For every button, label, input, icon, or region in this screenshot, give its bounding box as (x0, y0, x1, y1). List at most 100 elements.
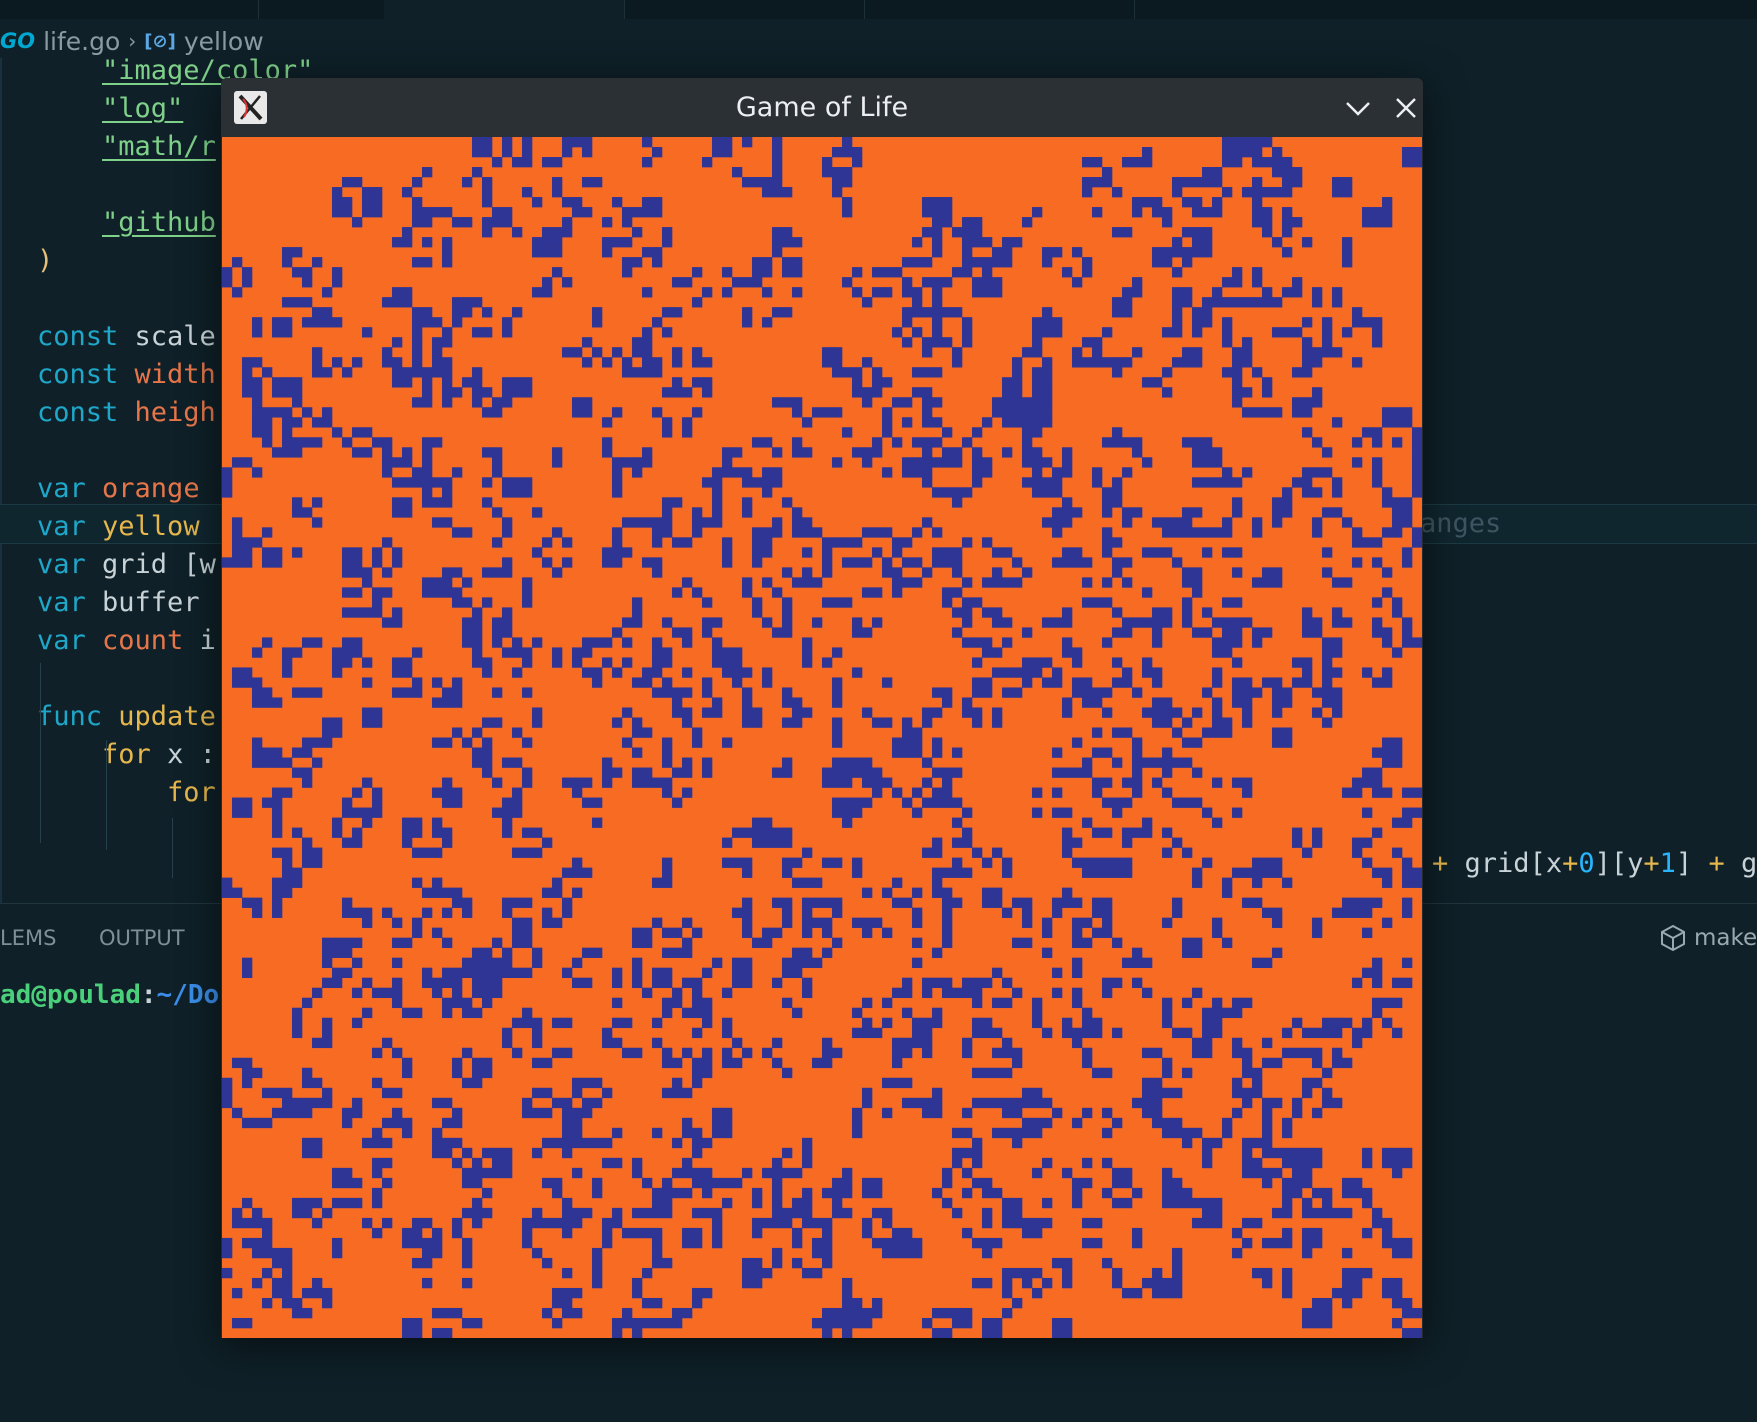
game-canvas[interactable] (222, 137, 1422, 1338)
live-cell (242, 1217, 253, 1229)
task-indicator[interactable]: make (1660, 924, 1757, 952)
live-cell (362, 427, 373, 438)
live-cell (932, 877, 943, 888)
tab-output[interactable]: OUTPUT (99, 926, 185, 950)
live-cell (522, 827, 533, 838)
live-cell (1272, 857, 1283, 868)
live-cell (652, 517, 663, 528)
live-cell (792, 237, 803, 248)
live-cell (1362, 767, 1373, 778)
live-cell (472, 1057, 483, 1069)
live-cell (1162, 617, 1173, 628)
live-cell (442, 377, 453, 388)
live-cell (1032, 1267, 1043, 1279)
live-cell (652, 667, 663, 678)
live-cell (332, 947, 343, 958)
live-cell (252, 1207, 263, 1219)
live-cell (932, 247, 943, 258)
live-cell (1072, 657, 1083, 668)
live-cell (512, 927, 523, 938)
live-cell (472, 1197, 483, 1209)
close-button[interactable] (1390, 92, 1422, 124)
live-cell (1312, 827, 1323, 838)
live-cell (1292, 1017, 1303, 1029)
live-cell (532, 827, 543, 838)
live-cell (992, 567, 1003, 578)
live-cell (692, 1137, 703, 1149)
live-cell (622, 1317, 633, 1329)
live-cell (732, 957, 743, 968)
editor-tab[interactable] (624, 0, 865, 19)
live-cell (462, 1247, 473, 1259)
live-cell (1322, 567, 1333, 578)
live-cell (732, 1037, 743, 1049)
game-of-life-window[interactable]: Game of Life (221, 78, 1423, 1338)
live-cell (1102, 1157, 1113, 1169)
live-cell (1412, 527, 1422, 538)
live-cell (772, 137, 783, 148)
live-cell (752, 537, 763, 548)
live-cell (1042, 1197, 1053, 1209)
live-cell (1382, 1217, 1393, 1229)
live-cell (932, 1307, 943, 1319)
live-cell (962, 337, 973, 348)
live-cell (1122, 227, 1133, 238)
live-cell (712, 1227, 723, 1239)
live-cell (452, 997, 463, 1009)
live-cell (742, 1267, 753, 1279)
live-cell (502, 807, 513, 818)
live-cell (1042, 397, 1053, 408)
editor-tab-active[interactable] (384, 0, 625, 19)
live-cell (572, 1077, 583, 1089)
live-cell (802, 947, 813, 958)
live-cell (1332, 1287, 1343, 1299)
live-cell (1152, 607, 1163, 618)
live-cell (1342, 897, 1353, 908)
live-cell (382, 987, 393, 999)
editor-tab[interactable] (0, 0, 259, 19)
live-cell (1312, 617, 1323, 628)
live-cell (1112, 857, 1123, 868)
live-cell (602, 757, 613, 768)
live-cell (882, 527, 893, 538)
live-cell (1192, 347, 1203, 358)
live-cell (632, 1207, 643, 1219)
live-cell (912, 557, 923, 568)
live-cell (1092, 857, 1103, 868)
live-cell (1012, 1197, 1023, 1209)
live-cell (582, 357, 593, 368)
live-cell (572, 1137, 583, 1149)
live-cell (1142, 1107, 1153, 1119)
live-cell (1252, 627, 1263, 638)
live-cell (482, 967, 493, 978)
live-cell (1102, 687, 1113, 698)
live-cell (582, 147, 593, 158)
live-cell (682, 1087, 693, 1099)
live-cell (672, 347, 683, 358)
live-cell (852, 807, 863, 818)
live-cell (1392, 607, 1403, 618)
live-cell (492, 627, 503, 638)
minimize-button[interactable] (1342, 92, 1374, 124)
live-cell (272, 807, 283, 818)
live-cell (242, 277, 253, 288)
live-cell (1162, 1067, 1173, 1079)
code-token: count (85, 625, 184, 656)
live-cell (652, 977, 663, 989)
live-cell (1002, 1207, 1013, 1219)
live-cell (712, 1177, 723, 1189)
live-cell (692, 737, 703, 748)
live-cell (1302, 1147, 1313, 1159)
window-titlebar[interactable]: Game of Life (221, 78, 1423, 138)
live-cell (1272, 147, 1283, 158)
live-cell (492, 507, 503, 518)
tab-problems[interactable]: LEMS (0, 926, 56, 950)
live-cell (252, 747, 263, 758)
live-cell (1312, 1207, 1323, 1219)
editor-tab[interactable] (864, 0, 1135, 19)
indent-guide (106, 740, 107, 850)
live-cell (1032, 787, 1043, 798)
live-cell (722, 547, 733, 558)
terminal-prompt[interactable]: ad@poulad:~/Do (0, 980, 219, 1010)
live-cell (1122, 157, 1133, 168)
